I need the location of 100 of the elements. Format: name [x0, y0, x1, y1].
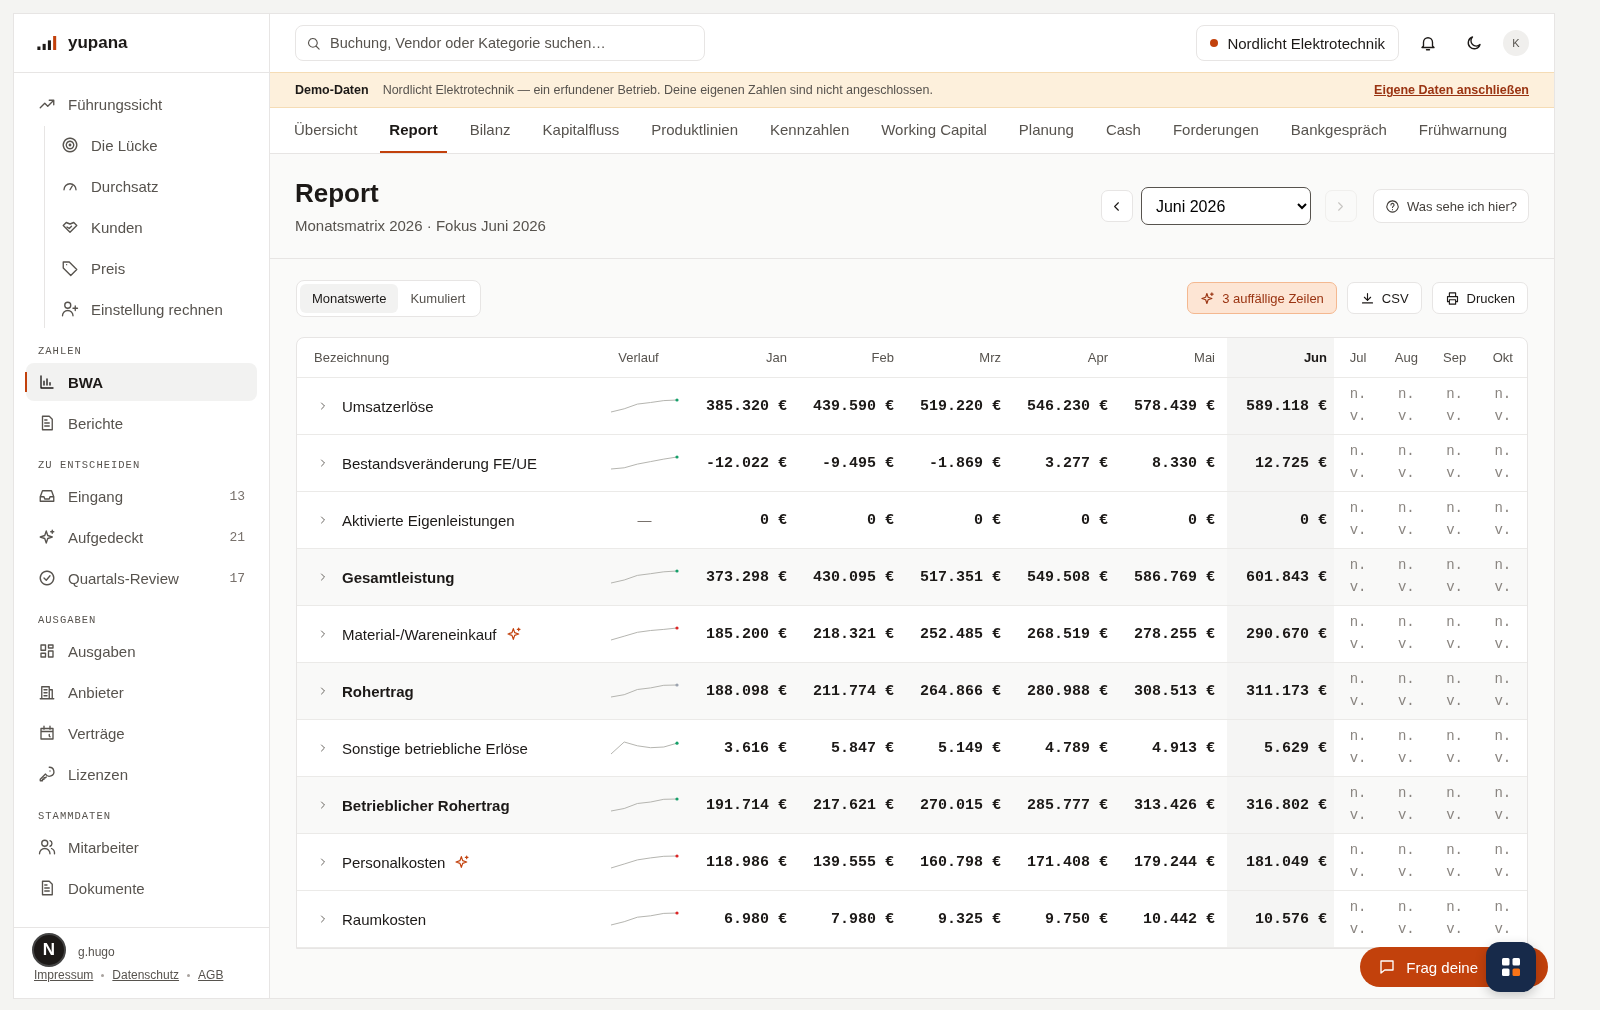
page-title: Report: [295, 178, 380, 209]
table-cell: 586.769 €: [1134, 568, 1215, 586]
table-cell: 10.442 €: [1143, 910, 1215, 928]
table-cell: 9.750 €: [1045, 910, 1108, 928]
table-cell-text: n. v.: [1396, 499, 1416, 540]
nav-icon: [61, 259, 79, 277]
table-cell: 3.277 €: [1045, 454, 1108, 472]
view-option[interactable]: Kumuliert: [398, 283, 478, 313]
avatar[interactable]: K: [1503, 30, 1529, 56]
tab[interactable]: Frühwarnung: [1409, 108, 1517, 153]
table-cell: 160.798 €: [920, 853, 1001, 871]
nav-item[interactable]: Anbieter: [26, 673, 257, 711]
table-cell: -9.495 €: [822, 454, 894, 472]
row-label[interactable]: Raumkosten: [342, 910, 427, 928]
download-icon: [1359, 290, 1375, 306]
nav-item[interactable]: Verträge: [26, 714, 257, 752]
nav-item[interactable]: BWA: [26, 363, 257, 401]
table-cell-text: n. v.: [1445, 670, 1464, 711]
tab[interactable]: Kennzahlen: [761, 108, 859, 153]
app-launcher-button[interactable]: [1486, 942, 1536, 992]
table-cell-text: n. v.: [1445, 499, 1464, 540]
brand-name: yupana: [68, 33, 128, 53]
table-cell: 517.351 €: [920, 568, 1001, 586]
tab[interactable]: Report: [380, 108, 447, 153]
nav-icon: [38, 838, 56, 856]
tab[interactable]: Bilanz: [460, 108, 520, 153]
nav-item[interactable]: Preis: [45, 249, 257, 287]
table-cell: 268.519 €: [1027, 625, 1108, 643]
table-cell: 6.980 €: [724, 910, 787, 928]
tab[interactable]: Produktlinien: [642, 108, 747, 153]
table-cell: 9.325 €: [938, 910, 1001, 928]
nav-item[interactable]: Berichte: [26, 404, 257, 442]
nav-item[interactable]: Einstellung rechnen: [45, 290, 257, 328]
row-label[interactable]: Personalkosten: [342, 853, 446, 871]
row-label[interactable]: Aktivierte Eigenleistungen: [342, 511, 515, 529]
table-cell: 0 €: [1081, 511, 1108, 529]
row-label[interactable]: Betrieblicher Rohertrag: [342, 796, 510, 814]
row-label[interactable]: Material-/Wareneinkauf: [342, 625, 497, 643]
row-label[interactable]: Bestandsveränderung FE/UE: [342, 454, 538, 472]
table-cell: -1.869 €: [929, 454, 1001, 472]
row-label[interactable]: Umsatzerlöse: [342, 397, 434, 415]
page-subtitle: Monatsmatrix 2026 · Fokus Juni 2026: [295, 217, 546, 234]
nav-item[interactable]: Aufgedeckt 21: [26, 518, 257, 556]
action-button[interactable]: 3 auffällige Zeilen: [1187, 282, 1337, 314]
tab[interactable]: Planung: [1009, 108, 1083, 153]
table-cell-text: n. v.: [1493, 841, 1513, 882]
table-cell: 188.098 €: [706, 682, 787, 700]
table-cell-text: n. v.: [1348, 613, 1368, 654]
table-cell: 0 €: [760, 511, 787, 529]
moon-icon: [1465, 34, 1483, 52]
footer-link[interactable]: AGB: [198, 968, 224, 982]
tab[interactable]: Kapitalfluss: [533, 108, 629, 153]
row-label[interactable]: Gesamtleistung: [342, 568, 455, 586]
tab[interactable]: Working Capital: [872, 108, 996, 153]
search-field[interactable]: Buchung, Vendor oder Kategorie suchen…: [295, 25, 705, 61]
action-button[interactable]: CSV: [1346, 282, 1422, 314]
tab[interactable]: Forderungen: [1163, 108, 1268, 153]
nav-item[interactable]: Durchsatz: [45, 167, 257, 205]
table-cell: 5.629 €: [1264, 739, 1327, 757]
nav-item[interactable]: Dokumente: [26, 869, 257, 907]
table-cell: 316.802 €: [1246, 796, 1327, 814]
view-option[interactable]: Monatswerte: [300, 283, 399, 313]
nav-item[interactable]: Quartals-Review 17: [26, 559, 257, 597]
nav-item[interactable]: Führungssicht: [26, 85, 257, 123]
nav-item[interactable]: Die Lücke: [45, 126, 257, 164]
table-cell-text: n. v.: [1445, 385, 1464, 426]
table-cell-text: n. v.: [1445, 613, 1464, 654]
nav-icon: [38, 487, 56, 505]
section-heading: STAMMDATEN: [37, 809, 112, 824]
table-cell: 278.255 €: [1134, 625, 1215, 643]
row-label[interactable]: Rohertrag: [342, 682, 414, 700]
month-select[interactable]: Juni 2026: [1140, 187, 1311, 225]
table-cell: 0 €: [867, 511, 894, 529]
nav-icon: [38, 528, 56, 546]
dev-badge[interactable]: N: [32, 933, 66, 967]
nav-item[interactable]: Kunden: [45, 208, 257, 246]
table-cell-text: n. v.: [1493, 784, 1513, 825]
table-cell: 211.774 €: [813, 682, 894, 700]
footer-link[interactable]: Datenschutz: [112, 968, 180, 982]
connect-link[interactable]: Eigene Daten anschließen: [1374, 83, 1529, 97]
footer-link[interactable]: Impressum: [34, 968, 94, 982]
company-button[interactable]: Nordlicht Elektrotechnik: [1196, 25, 1399, 61]
table-cell-text: n. v.: [1493, 442, 1513, 483]
table-cell-text: n. v.: [1396, 841, 1416, 882]
column-header: Jan: [765, 349, 788, 367]
table-cell: 549.508 €: [1027, 568, 1108, 586]
nav-item[interactable]: Eingang 13: [26, 477, 257, 515]
table-cell-text: n. v.: [1445, 442, 1464, 483]
row-label[interactable]: Sonstige betriebliche Erlöse: [342, 739, 528, 757]
nav-item[interactable]: Mitarbeiter: [26, 828, 257, 866]
help-button[interactable]: Was sehe ich hier?: [1372, 189, 1529, 223]
tab[interactable]: Bankgespräch: [1281, 108, 1396, 153]
tab[interactable]: Übersicht: [285, 108, 367, 153]
table-cell: 3.616 €: [724, 739, 787, 757]
nav-item[interactable]: Ausgaben: [26, 632, 257, 670]
tab[interactable]: Cash: [1096, 108, 1150, 153]
nav-item[interactable]: Lizenzen: [26, 755, 257, 793]
nav-icon: [38, 724, 56, 742]
logo-icon: [36, 36, 58, 50]
action-button[interactable]: Drucken: [1431, 282, 1528, 314]
